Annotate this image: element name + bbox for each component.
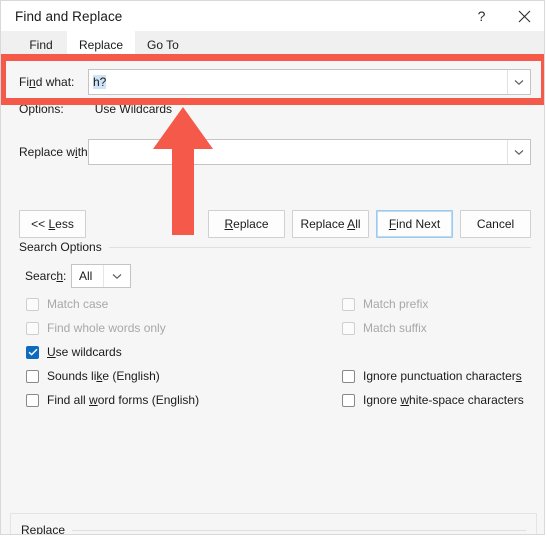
checkbox-match-case[interactable]: Match case xyxy=(26,297,108,311)
checkbox-ignore-punctuation[interactable]: Ignore punctuation characters xyxy=(342,369,522,383)
replace-with-input[interactable] xyxy=(88,139,531,165)
checkbox-box xyxy=(342,393,355,407)
checkbox-box xyxy=(26,369,39,383)
checkbox-match-prefix[interactable]: Match prefix xyxy=(342,297,428,311)
title-bar-buttons: ? xyxy=(461,1,544,31)
replace-group-header: Replace xyxy=(21,523,526,535)
find-what-label: Find what: xyxy=(19,75,75,89)
find-and-replace-dialog: Find and Replace ? Find Replace Go To Fi… xyxy=(0,0,545,535)
replace-group-label: Replace xyxy=(21,523,66,535)
tab-go-to-label: Go To xyxy=(147,37,179,52)
checkbox-box xyxy=(26,393,39,407)
less-button[interactable]: << Less xyxy=(19,210,86,238)
close-x-icon xyxy=(518,10,530,22)
group-divider xyxy=(72,529,526,531)
checkbox-label: Ignore punctuation characters xyxy=(363,369,522,383)
checkbox-find-whole-words-only[interactable]: Find whole words only xyxy=(26,321,166,335)
close-button[interactable] xyxy=(502,1,544,31)
group-divider xyxy=(108,246,531,248)
checkbox-box xyxy=(26,297,39,311)
chevron-down-icon xyxy=(112,273,122,279)
help-button[interactable]: ? xyxy=(461,1,502,31)
replace-with-dropdown-button[interactable] xyxy=(507,140,530,164)
checkbox-box xyxy=(342,297,355,311)
checkbox-label: Match prefix xyxy=(363,297,429,311)
checkbox-label: Find all word forms (English) xyxy=(47,393,200,407)
replace-panel: Replace Format▾ Special▾ No Formatting g… xyxy=(10,513,537,535)
tab-go-to[interactable]: Go To xyxy=(135,31,191,58)
checkbox-box xyxy=(26,321,39,335)
checkbox-label: Find whole words only xyxy=(47,321,166,335)
checkbox-box xyxy=(342,321,355,335)
tab-find-label: Find xyxy=(29,37,53,52)
options-label: Options: xyxy=(19,102,64,116)
checkbox-label: Sounds like (English) xyxy=(47,369,160,383)
find-what-input[interactable]: h? xyxy=(88,69,531,95)
find-what-dropdown-button[interactable] xyxy=(507,70,530,94)
search-scope-value: All xyxy=(79,269,93,283)
search-scope-label: Search: xyxy=(25,269,67,283)
options-row: Options: Use Wildcards xyxy=(19,102,172,116)
checkbox-label: Match case xyxy=(47,297,109,311)
question-mark-icon: ? xyxy=(477,8,486,24)
checkbox-label: Use wildcards xyxy=(47,345,122,359)
window-title: Find and Replace xyxy=(15,8,123,24)
replace-all-button[interactable]: Replace All xyxy=(292,210,369,238)
checkbox-box xyxy=(342,369,355,383)
cancel-button-label: Cancel xyxy=(476,217,515,231)
checkbox-ignore-white-space[interactable]: Ignore white-space characters xyxy=(342,393,524,407)
dialog-body: Find what: h? Options: Use Wildcards Rep… xyxy=(1,58,544,535)
checkbox-match-suffix[interactable]: Match suffix xyxy=(342,321,427,335)
search-options-group-header: Search Options xyxy=(19,240,531,254)
chevron-down-icon xyxy=(514,149,524,155)
tab-find[interactable]: Find xyxy=(15,31,67,58)
checkbox-sounds-like[interactable]: Sounds like (English) xyxy=(26,369,160,383)
tab-replace[interactable]: Replace xyxy=(67,31,136,58)
checkbox-use-wildcards[interactable]: Use wildcards xyxy=(26,345,122,359)
chevron-down-icon xyxy=(514,79,524,85)
search-scope-select[interactable]: All xyxy=(71,264,131,288)
title-bar: Find and Replace ? xyxy=(1,1,544,31)
checkmark-icon xyxy=(28,348,37,356)
find-next-button[interactable]: Find Next xyxy=(376,210,453,238)
find-what-value: h? xyxy=(93,75,107,89)
replace-with-label: Replace with: xyxy=(19,145,92,159)
checkbox-box xyxy=(26,345,39,359)
search-options-group-label: Search Options xyxy=(19,240,102,254)
options-value: Use Wildcards xyxy=(94,102,173,116)
search-scope-dropdown-arrow[interactable] xyxy=(103,265,130,287)
tab-replace-label: Replace xyxy=(79,37,124,52)
cancel-button[interactable]: Cancel xyxy=(460,210,531,238)
replace-button[interactable]: Replace xyxy=(208,210,285,238)
checkbox-label: Ignore white-space characters xyxy=(363,393,524,407)
checkbox-label: Match suffix xyxy=(363,321,427,335)
checkbox-find-all-word-forms[interactable]: Find all word forms (English) xyxy=(26,393,199,407)
tab-strip: Find Replace Go To xyxy=(1,31,544,58)
